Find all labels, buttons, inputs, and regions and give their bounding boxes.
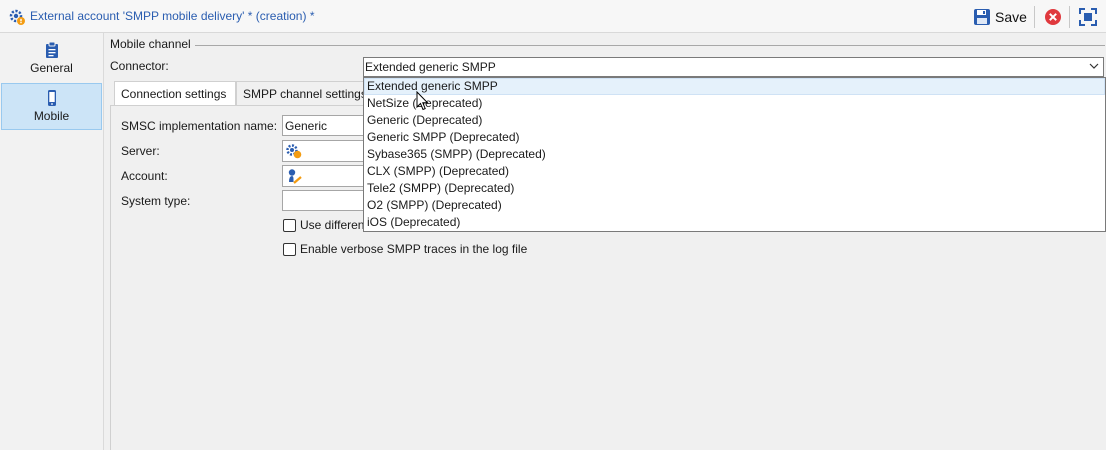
- tab-connection-settings[interactable]: Connection settings: [114, 81, 236, 107]
- tab-label: SMPP channel settings: [243, 87, 367, 101]
- dropdown-option[interactable]: NetSize (Deprecated): [364, 95, 1105, 112]
- account-user-icon: [288, 169, 302, 184]
- dropdown-option[interactable]: Generic SMPP (Deprecated): [364, 129, 1105, 146]
- sidebar-item-general[interactable]: General: [1, 36, 102, 83]
- server-gear-icon: [286, 144, 302, 159]
- verbose-traces-label: Enable verbose SMPP traces in the log fi…: [300, 242, 528, 256]
- use-different-label: Use different: [300, 218, 368, 232]
- verbose-traces-row: Enable verbose SMPP traces in the log fi…: [283, 242, 527, 256]
- mobile-phone-icon: [47, 90, 56, 106]
- use-different-row: Use different: [283, 218, 368, 232]
- connector-dropdown-list: Extended generic SMPP NetSize (Deprecate…: [363, 77, 1106, 232]
- dropdown-option[interactable]: O2 (SMPP) (Deprecated): [364, 197, 1105, 214]
- floppy-disk-icon: [974, 9, 990, 25]
- account-field[interactable]: [282, 165, 372, 187]
- clipboard-icon: [45, 41, 58, 58]
- verbose-traces-checkbox[interactable]: [283, 242, 296, 256]
- sidebar: General Mobile: [0, 33, 104, 450]
- account-label: Account:: [121, 169, 168, 183]
- maximize-icon[interactable]: [1079, 8, 1097, 26]
- connector-select[interactable]: Extended generic SMPP: [363, 57, 1104, 77]
- dropdown-option[interactable]: Generic (Deprecated): [364, 112, 1105, 129]
- smsc-value: Generic: [285, 119, 328, 133]
- save-label: Save: [995, 9, 1027, 25]
- toolbar-divider: [1034, 6, 1035, 28]
- dropdown-option[interactable]: CLX (SMPP) (Deprecated): [364, 163, 1105, 180]
- chevron-down-icon[interactable]: [1088, 60, 1100, 72]
- group-divider: [195, 45, 1105, 46]
- connector-value: Extended generic SMPP: [365, 60, 496, 74]
- dropdown-option[interactable]: Sybase365 (SMPP) (Deprecated): [364, 146, 1105, 163]
- server-field[interactable]: [282, 140, 372, 162]
- system-type-label: System type:: [121, 194, 191, 208]
- dropdown-option[interactable]: Tele2 (SMPP) (Deprecated): [364, 180, 1105, 197]
- toolbar-divider: [1069, 6, 1070, 28]
- sidebar-item-mobile[interactable]: Mobile: [1, 83, 102, 130]
- system-type-input[interactable]: [282, 190, 372, 211]
- mouse-cursor-icon: [416, 91, 429, 111]
- use-different-checkbox[interactable]: [283, 218, 296, 232]
- gear-icon: [9, 9, 25, 25]
- window-title: External account 'SMPP mobile delivery' …: [30, 9, 315, 23]
- connector-label: Connector:: [110, 59, 169, 73]
- group-label: Mobile channel: [110, 37, 191, 51]
- tab-label: Connection settings: [121, 87, 227, 101]
- title-bar: External account 'SMPP mobile delivery' …: [0, 0, 1106, 33]
- tab-smpp-channel-settings[interactable]: SMPP channel settings: [236, 81, 376, 106]
- sidebar-item-label: General: [30, 61, 73, 75]
- server-label: Server:: [121, 144, 160, 158]
- smsc-label: SMSC implementation name:: [121, 119, 278, 133]
- close-icon[interactable]: [1044, 8, 1062, 26]
- dropdown-option[interactable]: iOS (Deprecated): [364, 214, 1105, 231]
- dropdown-option[interactable]: Extended generic SMPP: [364, 78, 1105, 95]
- sidebar-item-label: Mobile: [33, 109, 70, 123]
- smsc-input[interactable]: Generic: [282, 115, 372, 136]
- save-button[interactable]: Save: [973, 6, 1027, 28]
